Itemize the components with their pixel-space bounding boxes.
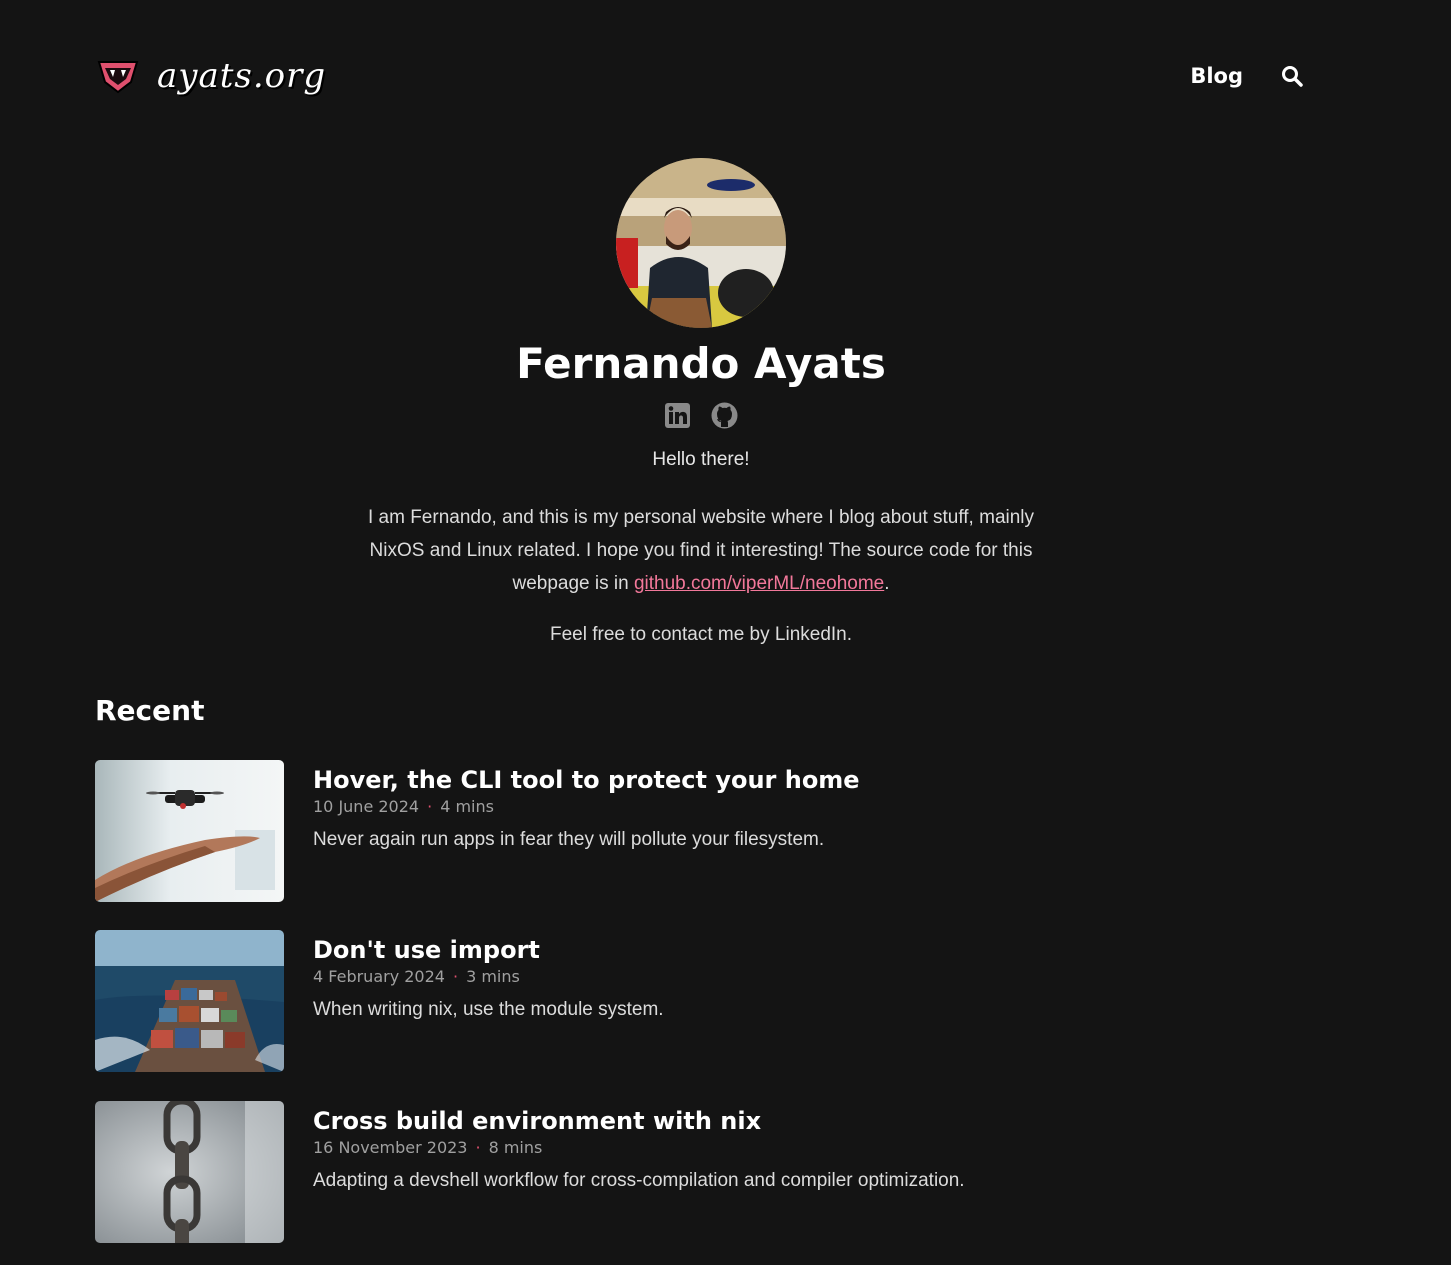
post-date: 16 November 2023 (313, 1138, 468, 1157)
linkedin-icon (665, 403, 690, 428)
post-card: Cross build environment with nix 16 Nove… (95, 1101, 1095, 1243)
github-icon (711, 402, 738, 429)
post-read-time: 4 mins (440, 797, 494, 816)
linkedin-link[interactable] (664, 402, 691, 429)
search-button[interactable] (1279, 63, 1305, 89)
profile-section: Fernando Ayats Hello there! I am Fernand… (0, 158, 1402, 646)
post-thumbnail[interactable] (95, 1101, 284, 1243)
post-description: When writing nix, use the module system. (313, 999, 664, 1020)
post-body: Don't use import 4 February 2024 · 3 mins … (313, 930, 664, 1072)
site-header: ayats.org Blog (95, 40, 1305, 112)
profile-avatar (616, 158, 786, 328)
page: ayats.org Blog Fernando Ayats Hello ther… (0, 0, 1451, 1265)
post-date: 4 February 2024 (313, 967, 445, 986)
github-link[interactable] (711, 402, 738, 429)
post-meta: 10 June 2024 · 4 mins (313, 797, 860, 816)
main-nav: Blog (1190, 63, 1305, 89)
post-meta: 16 November 2023 · 8 mins (313, 1138, 965, 1157)
meta-separator: · (475, 1138, 481, 1157)
meta-separator: · (452, 967, 459, 986)
contact-text: Feel free to contact me by LinkedIn. (549, 624, 853, 645)
intro-end: . (884, 573, 890, 594)
post-read-time: 8 mins (488, 1138, 543, 1157)
profile-name: Fernando Ayats (516, 339, 886, 388)
post-meta: 4 February 2024 · 3 mins (313, 967, 664, 986)
post-card: Don't use import 4 February 2024 · 3 mins … (95, 930, 1095, 1072)
post-description: Adapting a devshell workflow for cross-c… (313, 1170, 965, 1191)
post-thumbnail[interactable] (95, 930, 284, 1072)
post-title-link[interactable]: Don't use import (313, 934, 664, 966)
home-link[interactable]: ayats.org (95, 56, 326, 96)
meta-separator: · (427, 797, 433, 816)
post-read-time: 3 mins (466, 967, 520, 986)
post-body: Cross build environment with nix 16 Nove… (313, 1101, 965, 1243)
post-date: 10 June 2024 (313, 797, 420, 816)
viper-logo-icon (97, 61, 139, 94)
intro-paragraph: I am Fernando, and this is my personal w… (361, 501, 1041, 600)
greeting-text: Hello there! (652, 449, 750, 470)
recent-heading: Recent (95, 694, 205, 727)
nav-blog-link[interactable]: Blog (1190, 64, 1243, 88)
source-code-link[interactable]: github.com/viperML/neohome (634, 573, 884, 594)
post-description: Never again run apps in fear they will p… (313, 829, 825, 850)
post-card: Hover, the CLI tool to protect your home… (95, 760, 1095, 902)
post-title-link[interactable]: Cross build environment with nix (313, 1105, 965, 1137)
search-icon (1282, 66, 1303, 87)
post-title-link[interactable]: Hover, the CLI tool to protect your home (313, 764, 860, 796)
post-thumbnail[interactable] (95, 760, 284, 902)
logo-text: ayats.org (157, 56, 327, 96)
post-body: Hover, the CLI tool to protect your home… (313, 760, 860, 902)
social-links (0, 402, 1402, 429)
